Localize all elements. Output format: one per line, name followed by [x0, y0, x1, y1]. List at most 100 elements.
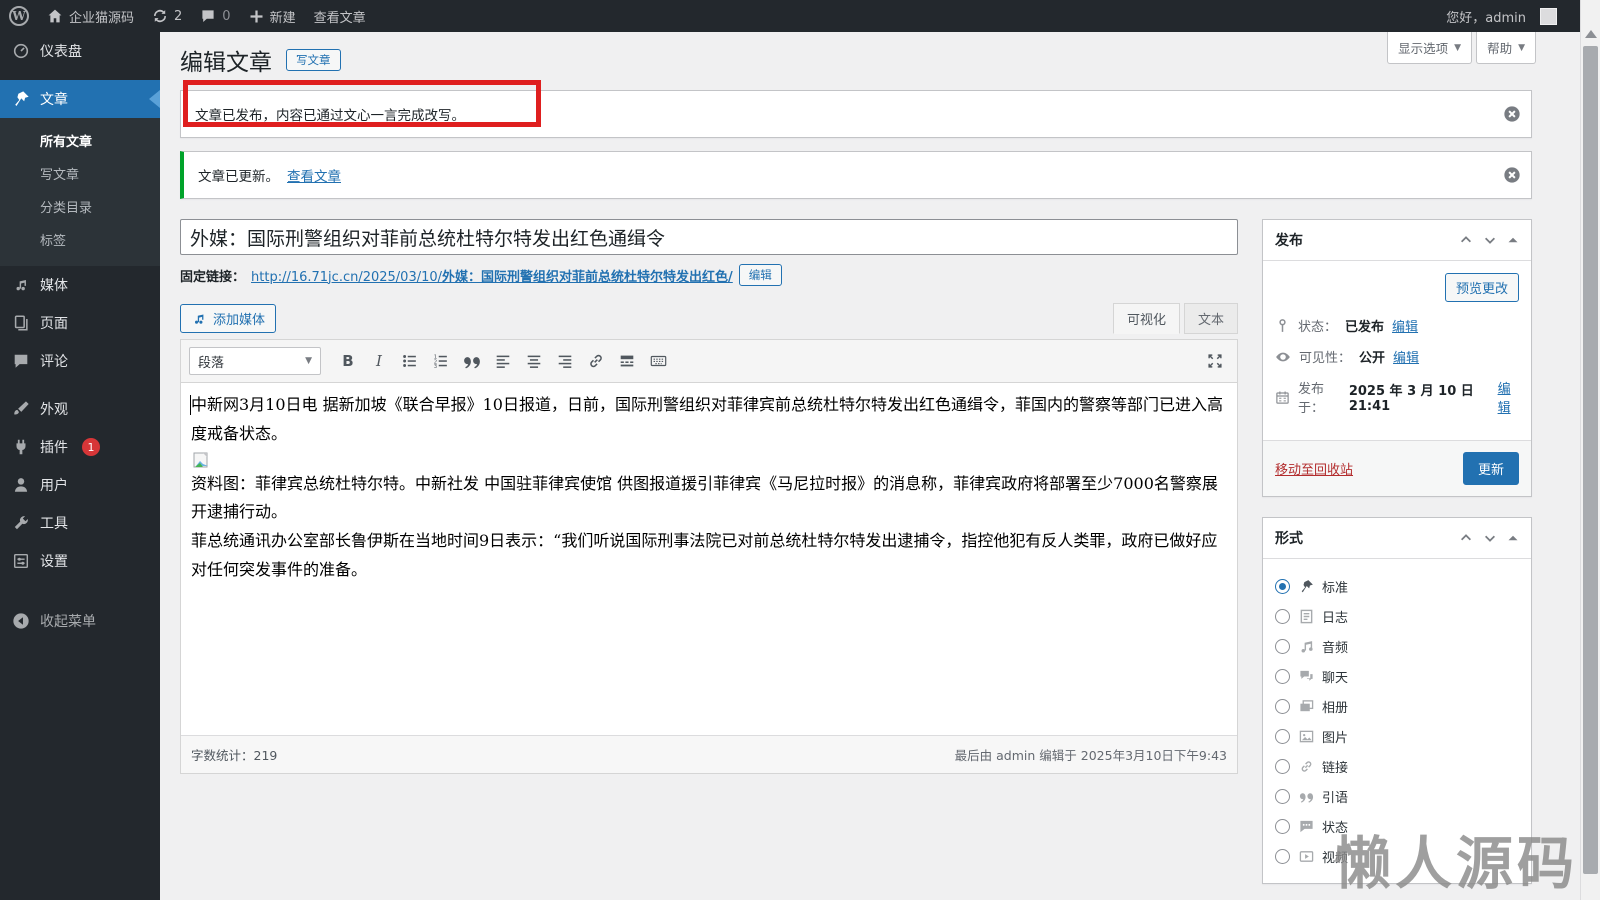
format-option-aside[interactable]: 日志 [1275, 601, 1519, 631]
sidebar-item-dashboard[interactable]: 仪表盘 [0, 32, 160, 70]
submenu-all-posts[interactable]: 所有文章 [0, 124, 160, 157]
sidebar-item-label: 设置 [40, 554, 68, 570]
site-menu[interactable]: 企业猫源码 [38, 0, 143, 32]
radio[interactable] [1275, 788, 1290, 804]
move-up-icon[interactable] [1459, 233, 1473, 247]
radio[interactable] [1275, 638, 1290, 654]
sidebar-item-plugins[interactable]: 插件 1 [0, 428, 160, 466]
scrollbar-thumb[interactable] [1583, 46, 1598, 874]
post-body-editor[interactable]: 中新网3月10日电 据新加坡《联合早报》10日报道，日前，国际刑警组织对菲律宾前… [181, 383, 1237, 735]
view-post-menu[interactable]: 查看文章 [305, 0, 375, 32]
dismiss-notice-button[interactable] [1503, 166, 1521, 184]
radio[interactable] [1275, 728, 1290, 744]
toggle-panel-icon[interactable] [1507, 234, 1519, 246]
radio[interactable] [1275, 608, 1290, 624]
screen-options-button[interactable]: 显示选项 ▼ [1387, 32, 1473, 64]
align-left-icon [496, 355, 510, 368]
add-new-post-button[interactable]: 写文章 [286, 49, 341, 71]
edit-permalink-button[interactable]: 编辑 [738, 264, 782, 286]
fullscreen-button[interactable] [1201, 348, 1229, 374]
toolbar-toggle-button[interactable] [644, 348, 672, 374]
edit-visibility-link[interactable]: 编辑 [1393, 347, 1419, 366]
broken-image-icon[interactable] [193, 452, 210, 469]
sidebar-item-settings[interactable]: 设置 [0, 542, 160, 580]
radio[interactable] [1275, 758, 1290, 774]
radio[interactable] [1275, 848, 1290, 864]
published-on-value: 2025 年 3 月 10 日 21:41 [1348, 384, 1474, 414]
tab-text[interactable]: 文本 [1183, 303, 1238, 334]
format-option-audio[interactable]: 音频 [1275, 631, 1519, 661]
submenu-new-post[interactable]: 写文章 [0, 157, 160, 190]
edit-published-link[interactable]: 编辑 [1498, 378, 1519, 416]
updates-menu[interactable]: 2 [143, 0, 191, 32]
align-right-button[interactable] [551, 348, 579, 374]
format-option-image[interactable]: 图片 [1275, 721, 1519, 751]
word-count-label: 字数统计： [191, 748, 254, 763]
format-panel-header[interactable]: 形式 [1263, 518, 1531, 559]
my-account-menu[interactable]: 您好，admin [1437, 0, 1580, 32]
radio-checked[interactable] [1275, 578, 1290, 594]
permalink-link[interactable]: http://16.71jc.cn/2025/03/10/外媒：国际刑警组织对菲… [251, 266, 733, 285]
settings-sliders-icon [12, 552, 30, 570]
bold-button[interactable]: B [334, 348, 362, 374]
sidebar-item-media[interactable]: 媒体 [0, 266, 160, 304]
move-down-icon[interactable] [1483, 233, 1497, 247]
format-option-quote[interactable]: 引语 [1275, 781, 1519, 811]
align-left-button[interactable] [489, 348, 517, 374]
format-option-link[interactable]: 链接 [1275, 751, 1519, 781]
submenu-categories[interactable]: 分类目录 [0, 190, 160, 223]
move-up-icon[interactable] [1459, 531, 1473, 545]
published-notice-text: 文章已发布，内容已通过文心一言完成改写。 [195, 108, 465, 124]
add-media-button[interactable]: 添加媒体 [180, 304, 277, 333]
comments-menu[interactable]: 0 [191, 0, 239, 32]
format-option-gallery[interactable]: 相册 [1275, 691, 1519, 721]
word-count: 字数统计：219 [191, 745, 277, 764]
preview-changes-button[interactable]: 预览更改 [1444, 273, 1519, 302]
page-scrollbar[interactable] [1580, 0, 1600, 900]
move-down-icon[interactable] [1483, 531, 1497, 545]
paragraph-format-select[interactable]: 段落 ▼ [189, 347, 321, 375]
sidebar-collapse-menu[interactable]: 收起菜单 [0, 602, 160, 640]
sidebar-item-pages[interactable]: 页面 [0, 304, 160, 342]
format-option-status[interactable]: 状态 [1275, 811, 1519, 841]
wordpress-logo-menu[interactable]: W [0, 0, 38, 32]
toggle-panel-icon[interactable] [1507, 532, 1519, 544]
help-button[interactable]: 帮助 ▼ [1476, 32, 1536, 64]
numbered-list-button[interactable]: 123 [427, 348, 455, 374]
read-more-button[interactable] [613, 348, 641, 374]
gallery-icon [1298, 698, 1314, 714]
format-option-standard[interactable]: 标准 [1275, 571, 1519, 601]
plus-icon [250, 10, 263, 22]
blockquote-button[interactable] [458, 348, 486, 374]
main-content: 编辑文章 写文章 文章已发布，内容已通过文心一言完成改写。 文章已更新。 查看文… [160, 32, 1580, 900]
insert-link-button[interactable] [582, 348, 610, 374]
sidebar-item-tools[interactable]: 工具 [0, 504, 160, 542]
format-option-chat[interactable]: 聊天 [1275, 661, 1519, 691]
radio[interactable] [1275, 698, 1290, 714]
dismiss-notice-button[interactable] [1503, 105, 1521, 123]
move-to-trash-link[interactable]: 移动至回收站 [1275, 459, 1353, 478]
sidebar-item-users[interactable]: 用户 [0, 466, 160, 504]
scrollbar-up-arrow[interactable] [1585, 30, 1597, 38]
radio[interactable] [1275, 818, 1290, 834]
sidebar-item-appearance[interactable]: 外观 [0, 390, 160, 428]
radio[interactable] [1275, 668, 1290, 684]
sidebar-item-comments[interactable]: 评论 [0, 342, 160, 380]
view-post-link[interactable]: 查看文章 [287, 165, 341, 185]
visibility-row: 可见性： 公开 编辑 [1275, 347, 1519, 366]
post-title-input[interactable] [180, 219, 1238, 255]
align-center-button[interactable] [520, 348, 548, 374]
edit-status-link[interactable]: 编辑 [1392, 316, 1418, 335]
fullscreen-icon [1208, 354, 1222, 368]
publish-panel-header[interactable]: 发布 [1263, 220, 1531, 261]
tab-visual[interactable]: 可视化 [1112, 303, 1180, 334]
format-label: 标准 [1322, 580, 1349, 596]
published-on-label: 发布于： [1298, 382, 1325, 416]
sidebar-item-posts[interactable]: 文章 [0, 80, 160, 118]
italic-button[interactable]: I [365, 348, 393, 374]
bulleted-list-button[interactable] [396, 348, 424, 374]
format-option-video[interactable]: 视频 [1275, 841, 1519, 871]
submenu-tags[interactable]: 标签 [0, 223, 160, 256]
new-content-menu[interactable]: 新建 [240, 0, 305, 32]
update-button[interactable]: 更新 [1462, 452, 1519, 485]
